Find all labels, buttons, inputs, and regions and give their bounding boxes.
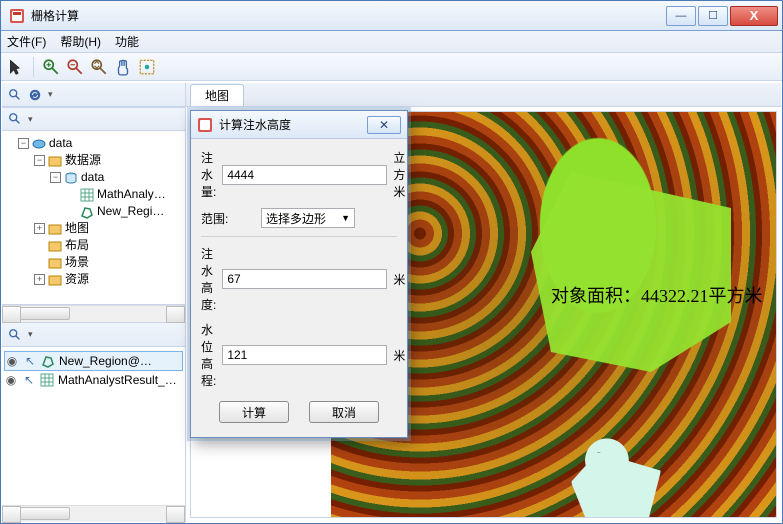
app-icon	[9, 8, 25, 24]
folder-icon	[48, 239, 62, 253]
scope-value: 选择多边形	[266, 210, 326, 227]
region-icon	[41, 354, 55, 368]
dialog-title: 计算注水高度	[219, 116, 291, 133]
zoom-free-icon[interactable]	[90, 58, 108, 76]
menu-help[interactable]: 帮助(H)	[60, 33, 101, 50]
minimize-button[interactable]: —	[666, 6, 696, 26]
horizontal-scrollbar[interactable]	[2, 305, 185, 322]
layer-panel: ▾ ◉ ↖ New_Region@… ◉ ↖ MathAnalystResult…	[2, 322, 185, 522]
tree-node-dataset-region[interactable]: New_Regi…	[4, 203, 183, 220]
level-unit: 米	[393, 347, 405, 364]
workspace-icon	[32, 137, 46, 151]
scope-label: 范围:	[201, 210, 255, 227]
grid-icon	[40, 373, 54, 387]
pointer-icon[interactable]	[7, 58, 25, 76]
layer-item[interactable]: ◉ ↖ New_Region@…	[4, 351, 183, 371]
tree-node-layouts[interactable]: 布局	[4, 237, 183, 254]
volume-input[interactable]	[222, 165, 387, 185]
folder-icon	[48, 273, 62, 287]
dialog-icon	[197, 117, 213, 133]
maximize-button[interactable]: ☐	[698, 6, 728, 26]
calculate-button[interactable]: 计算	[219, 401, 289, 423]
chevron-down-icon: ▼	[341, 213, 350, 223]
visibility-icon[interactable]: ◉	[5, 352, 19, 370]
workspace-filter-header: ▾	[2, 107, 185, 131]
height-input[interactable]	[222, 269, 387, 289]
workspace-tree[interactable]: −data −数据源 −data MathAnaly… New_Regi… +地…	[2, 131, 185, 305]
full-extent-icon[interactable]	[138, 58, 156, 76]
level-input[interactable]	[222, 345, 387, 365]
pan-icon[interactable]	[114, 58, 132, 76]
close-button[interactable]: X	[730, 6, 778, 26]
search-icon[interactable]	[8, 328, 22, 342]
search-icon[interactable]	[8, 112, 22, 126]
height-label: 注水高度:	[201, 245, 216, 313]
folder-icon	[48, 154, 62, 168]
tree-node-resources[interactable]: +资源	[4, 271, 183, 288]
layer-panel-header: ▾	[2, 323, 185, 347]
level-label: 水位高程:	[201, 321, 216, 389]
folder-icon	[48, 256, 62, 270]
menu-func[interactable]: 功能	[115, 33, 139, 50]
flood-height-dialog: 计算注水高度 ✕ 注水量: 立方米 范围: 选择多边形 ▼ 注水高度: 米 水位…	[190, 110, 408, 438]
toolbar	[1, 53, 782, 81]
tabstrip: 地图	[186, 83, 781, 107]
menu-file[interactable]: 文件(F)	[7, 33, 46, 50]
tree-node-root[interactable]: −data	[4, 135, 183, 152]
dialog-close-button[interactable]: ✕	[367, 116, 401, 134]
selectable-icon[interactable]: ↖	[22, 371, 36, 389]
volume-unit: 立方米	[393, 149, 405, 200]
workspace-panel-header: ▾	[2, 83, 185, 107]
tree-node-maps[interactable]: +地图	[4, 220, 183, 237]
dialog-separator	[201, 236, 397, 237]
folder-icon	[48, 222, 62, 236]
layer-item[interactable]: ◉ ↖ MathAnalystResult_…	[4, 371, 183, 389]
refresh-icon[interactable]	[28, 88, 42, 102]
left-column: ▾ ▾ −data −数据源 −data MathAnaly… New_Regi…	[2, 83, 186, 522]
tree-node-scenes[interactable]: 场景	[4, 254, 183, 271]
menubar: 文件(F) 帮助(H) 功能	[1, 31, 782, 53]
cancel-button[interactable]: 取消	[309, 401, 379, 423]
area-label: 对象面积：44322.21平方米	[551, 282, 763, 308]
window-title: 栅格计算	[31, 7, 79, 24]
toolbar-separator	[33, 57, 34, 77]
tree-node-datasource[interactable]: −data	[4, 169, 183, 186]
layer-list[interactable]: ◉ ↖ New_Region@… ◉ ↖ MathAnalystResult_…	[2, 347, 185, 505]
tree-node-dataset-raster[interactable]: MathAnaly…	[4, 186, 183, 203]
tab-map[interactable]: 地图	[190, 84, 244, 106]
region-icon	[80, 205, 94, 219]
layer-name: New_Region@…	[59, 352, 152, 370]
datasource-icon	[64, 171, 78, 185]
dialog-titlebar[interactable]: 计算注水高度 ✕	[191, 111, 407, 139]
visibility-icon[interactable]: ◉	[4, 371, 18, 389]
grid-icon	[80, 188, 94, 202]
height-unit: 米	[393, 271, 405, 288]
horizontal-scrollbar[interactable]	[2, 505, 185, 522]
layer-name: MathAnalystResult_…	[58, 371, 177, 389]
search-icon[interactable]	[8, 88, 22, 102]
scope-combobox[interactable]: 选择多边形 ▼	[261, 208, 355, 228]
selectable-icon[interactable]: ↖	[23, 352, 37, 370]
volume-label: 注水量:	[201, 149, 216, 200]
tree-node-datasource-group[interactable]: −数据源	[4, 152, 183, 169]
zoom-out-icon[interactable]	[66, 58, 84, 76]
zoom-in-icon[interactable]	[42, 58, 60, 76]
titlebar: 栅格计算 — ☐ X	[1, 1, 782, 31]
